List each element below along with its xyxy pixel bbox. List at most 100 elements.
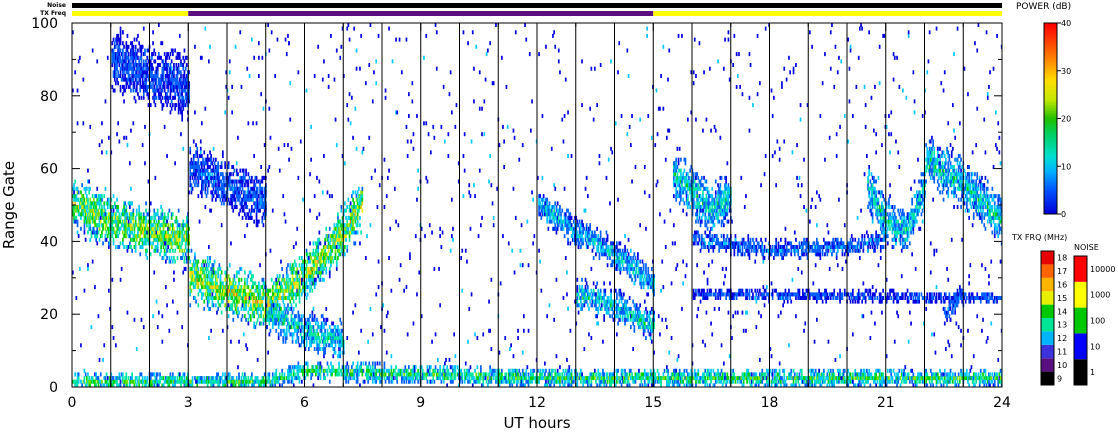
echo-cell <box>487 376 489 381</box>
echo-cell <box>208 299 210 304</box>
echo-cell <box>199 270 202 275</box>
echo-cell <box>345 365 347 370</box>
echo-cell <box>238 310 240 315</box>
echo-cell <box>210 328 212 333</box>
echo-cell <box>184 66 187 71</box>
echo-cell <box>112 237 115 242</box>
echo-cell <box>156 248 159 253</box>
echo-cell <box>249 288 252 293</box>
echo-cell <box>452 379 454 384</box>
echo-cell <box>297 339 300 344</box>
echo-cell <box>202 157 204 162</box>
echo-cell <box>176 77 179 82</box>
echo-cell <box>478 168 481 173</box>
echo-cell <box>346 361 349 366</box>
echo-cell <box>170 215 173 220</box>
echo-cell <box>144 161 146 166</box>
echo-cell <box>197 281 200 286</box>
echo-cell <box>89 237 92 242</box>
echo-cell <box>321 321 324 326</box>
echo-cell <box>199 146 202 151</box>
echo-cell <box>302 285 304 290</box>
echo-cell <box>202 186 204 191</box>
echo-cell <box>170 245 173 249</box>
echo-cell <box>288 328 290 333</box>
echo-cell <box>310 124 312 129</box>
echo-cell <box>251 372 253 377</box>
echo-cell <box>208 376 210 381</box>
echo-cell <box>371 365 374 370</box>
echo-cell <box>488 179 490 184</box>
echo-cell <box>144 48 146 53</box>
echo-cell <box>156 372 159 377</box>
echo-cell <box>132 212 135 217</box>
echo-cell <box>111 234 114 239</box>
echo-cell <box>162 226 165 231</box>
echo-cell <box>519 248 522 253</box>
echo-cell <box>313 285 316 290</box>
echo-cell <box>252 306 254 311</box>
echo-cell <box>454 368 457 373</box>
echo-cell <box>481 132 483 137</box>
echo-cell <box>101 197 103 202</box>
echo-cell <box>334 343 337 348</box>
echo-cell <box>125 376 128 381</box>
echo-cell <box>306 252 309 257</box>
echo-cell <box>294 277 296 282</box>
echo-cell <box>185 63 188 67</box>
echo-cell <box>80 343 82 348</box>
echo-cell <box>326 361 329 366</box>
echo-cell <box>316 339 318 344</box>
echo-cell <box>277 277 280 282</box>
echo-cell <box>256 357 259 362</box>
echo-cell <box>292 270 295 275</box>
echo-cell <box>245 201 247 206</box>
echo-cell <box>222 281 224 286</box>
echo-cell <box>361 197 364 202</box>
echo-cell <box>530 128 532 133</box>
echo-cell <box>428 368 431 373</box>
echo-cell <box>358 372 360 377</box>
echo-cell <box>324 339 326 344</box>
echo-cell <box>338 248 340 253</box>
echo-cell <box>410 139 412 144</box>
echo-cell <box>153 219 156 224</box>
echo-cell <box>356 376 359 381</box>
echo-cell <box>119 26 122 31</box>
echo-cell <box>249 317 252 322</box>
echo-cell <box>532 241 534 246</box>
echo-cell <box>306 292 309 297</box>
echo-cell <box>140 215 143 220</box>
echo-cell <box>211 299 214 304</box>
echo-cell <box>119 37 122 42</box>
echo-cell <box>116 197 118 202</box>
echo-cell <box>247 376 250 381</box>
echo-cell <box>328 266 331 271</box>
echo-cell <box>282 339 285 344</box>
echo-cell <box>340 368 343 373</box>
echo-cell <box>352 190 354 195</box>
echo-cell <box>233 310 236 315</box>
echo-cell <box>518 157 521 162</box>
echo-cell <box>405 379 408 384</box>
echo-cell <box>122 48 124 53</box>
echo-cell <box>308 285 310 290</box>
echo-cell <box>131 201 133 206</box>
echo-cell <box>324 328 326 333</box>
echo-cell <box>183 99 186 104</box>
echo-cell <box>219 379 222 384</box>
echo-cell <box>266 325 268 330</box>
echo-cell <box>247 183 250 188</box>
echo-cell <box>470 292 473 297</box>
echo-cell <box>358 186 360 191</box>
echo-cell <box>155 299 158 304</box>
echo-cell <box>98 143 101 148</box>
echo-cell <box>401 379 403 384</box>
echo-cell <box>227 299 230 304</box>
echo-cell <box>319 361 322 366</box>
echo-cell <box>454 372 457 377</box>
echo-cell <box>197 179 200 184</box>
echo-cell <box>417 168 419 173</box>
echo-cell <box>235 205 238 209</box>
echo-cell <box>113 41 116 46</box>
